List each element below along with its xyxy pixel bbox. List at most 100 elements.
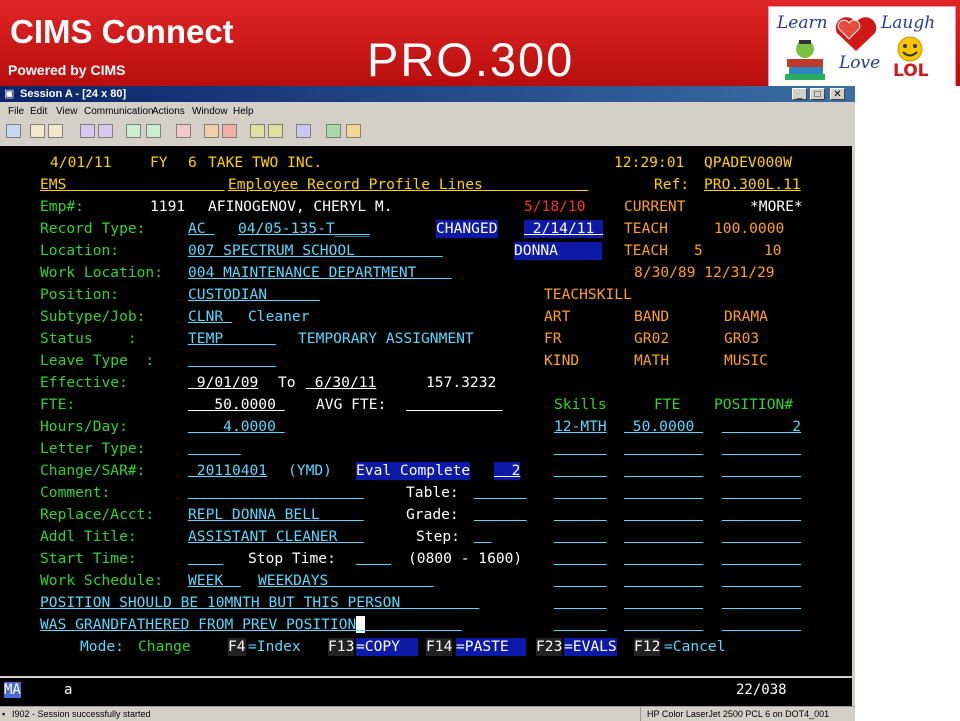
- window-titlebar[interactable]: ▣ Session A - [24 x 80] _ □ ✕: [0, 86, 855, 102]
- transfer-icon[interactable]: [250, 124, 265, 138]
- receive-icon[interactable]: [98, 124, 113, 138]
- fte-blank-field[interactable]: [624, 462, 703, 480]
- print-screen-icon[interactable]: [6, 124, 21, 138]
- note-line-1[interactable]: POSITION SHOULD BE 10MNTH BUT THIS PERSO…: [40, 594, 479, 612]
- stop-time-field[interactable]: [356, 550, 391, 568]
- f14-label[interactable]: =PASTE: [456, 638, 527, 656]
- start-time-field[interactable]: [188, 550, 223, 568]
- position-blank-field[interactable]: [722, 440, 801, 458]
- skill-blank-field[interactable]: [554, 440, 607, 458]
- menu-help[interactable]: Help: [233, 104, 254, 120]
- paste-icon[interactable]: [48, 124, 63, 138]
- record-type-field[interactable]: AC: [188, 220, 214, 238]
- f13-label[interactable]: =COPY: [356, 638, 418, 656]
- f14-key[interactable]: F14: [426, 638, 453, 656]
- skill-fte-field[interactable]: 50.0000: [624, 418, 703, 436]
- books-icon: [785, 40, 825, 80]
- skill-blank-field[interactable]: [554, 616, 607, 634]
- menu-actions[interactable]: Actions: [152, 104, 185, 120]
- maximize-button[interactable]: □: [810, 88, 825, 100]
- menu-view[interactable]: View: [56, 104, 78, 120]
- position-blank-field[interactable]: [722, 594, 801, 612]
- fte-blank-field[interactable]: [624, 484, 703, 502]
- menu-edit[interactable]: Edit: [30, 104, 47, 120]
- fte-blank-field[interactable]: [624, 440, 703, 458]
- subtype-label: Subtype/Job:: [40, 308, 146, 325]
- position-blank-field[interactable]: [722, 506, 801, 524]
- display-icon[interactable]: [126, 124, 141, 138]
- f4-key[interactable]: F4: [228, 638, 246, 656]
- skill-blank-field[interactable]: [554, 462, 607, 480]
- note-line-2[interactable]: WAS GRANDFATHERED FROM PREV POSITION: [40, 616, 462, 634]
- fte-blank-field[interactable]: [624, 594, 703, 612]
- skill-row-field[interactable]: 12-MTH: [554, 418, 607, 436]
- work-location-field[interactable]: 004 MAINTENANCE DEPARTMENT: [188, 264, 452, 282]
- send-icon[interactable]: [80, 124, 95, 138]
- f13-key[interactable]: F13: [328, 638, 355, 656]
- globe-icon[interactable]: [326, 124, 341, 138]
- copy-icon[interactable]: [30, 124, 45, 138]
- work-schedule-field[interactable]: WEEK: [188, 572, 241, 590]
- grade-field[interactable]: [474, 506, 527, 524]
- menu-file[interactable]: File: [8, 104, 24, 120]
- skill-blank-field[interactable]: [554, 506, 607, 524]
- fte-blank-field[interactable]: [624, 616, 703, 634]
- f4-label[interactable]: =Index: [248, 638, 301, 656]
- position-blank-field[interactable]: [722, 616, 801, 634]
- position-blank-field[interactable]: [722, 550, 801, 568]
- window-title: Session A - [24 x 80]: [20, 88, 127, 100]
- fte-blank-field[interactable]: [624, 572, 703, 590]
- transfer-receive-icon[interactable]: [268, 124, 283, 138]
- slide-title: PRO.300: [367, 33, 575, 86]
- skill-blank-field[interactable]: [554, 572, 607, 590]
- fte-blank-field[interactable]: [624, 528, 703, 546]
- fte-blank-field[interactable]: [624, 550, 703, 568]
- fte-blank-field[interactable]: [624, 506, 703, 524]
- record-macro-icon[interactable]: [176, 124, 191, 138]
- skill-blank-field[interactable]: [554, 594, 607, 612]
- f23-label[interactable]: =EVALS: [564, 638, 617, 656]
- effective-to-field[interactable]: 6/30/11: [306, 374, 377, 392]
- play-macro-icon[interactable]: [204, 124, 219, 138]
- customize-icon[interactable]: [346, 124, 361, 138]
- subtype-field[interactable]: CLNR: [188, 308, 232, 326]
- eval-complete-field[interactable]: 2: [494, 462, 521, 480]
- menu-window[interactable]: Window: [192, 104, 228, 120]
- skill-blank-field[interactable]: [554, 550, 607, 568]
- change-sar-field[interactable]: 20110401: [188, 462, 267, 480]
- avg-fte-field[interactable]: [406, 396, 503, 414]
- table-label: Table:: [406, 484, 459, 501]
- record-code-field[interactable]: 04/05-135-T____: [238, 220, 370, 238]
- hours-field[interactable]: 4.0000: [188, 418, 285, 436]
- position-blank-field[interactable]: [722, 528, 801, 546]
- minimize-button[interactable]: _: [792, 88, 807, 100]
- terminal-screen[interactable]: 4/01/11 FY 6 TAKE TWO INC. 12:29:01 QPAD…: [0, 146, 852, 676]
- table-field[interactable]: [474, 484, 527, 502]
- letter-type-field[interactable]: [188, 440, 241, 458]
- status-field[interactable]: TEMP: [188, 330, 276, 348]
- close-button[interactable]: ✕: [830, 88, 845, 100]
- printer-info: HP Color LaserJet 2500 PCL 6 on DOT4_001: [640, 707, 829, 721]
- f12-key[interactable]: F12: [634, 638, 661, 656]
- position-blank-field[interactable]: [722, 462, 801, 480]
- menu-communication[interactable]: Communication: [84, 104, 153, 120]
- f23-key[interactable]: F23: [536, 638, 563, 656]
- f12-label[interactable]: =Cancel: [664, 638, 726, 656]
- skill-position-field[interactable]: 2: [722, 418, 801, 436]
- replace-acct-field[interactable]: REPL DONNA BELL: [188, 506, 364, 524]
- location-field[interactable]: 007 SPECTRUM SCHOOL: [188, 242, 443, 260]
- keyboard-icon[interactable]: [146, 124, 161, 138]
- step-field[interactable]: [474, 528, 492, 546]
- skill-blank-field[interactable]: [554, 528, 607, 546]
- position-field[interactable]: CUSTODIAN: [188, 286, 320, 304]
- skill-blank-field[interactable]: [554, 484, 607, 502]
- disconnect-icon[interactable]: [296, 124, 311, 138]
- position-blank-field[interactable]: [722, 572, 801, 590]
- position-blank-field[interactable]: [722, 484, 801, 502]
- stop-macro-icon[interactable]: [222, 124, 237, 138]
- fte-field[interactable]: 50.0000: [188, 396, 285, 414]
- addl-title-field[interactable]: ASSISTANT CLEANER: [188, 528, 364, 546]
- comment-field[interactable]: [188, 484, 364, 502]
- leave-type-field[interactable]: [188, 352, 276, 370]
- effective-from-field[interactable]: 9/01/09: [188, 374, 259, 392]
